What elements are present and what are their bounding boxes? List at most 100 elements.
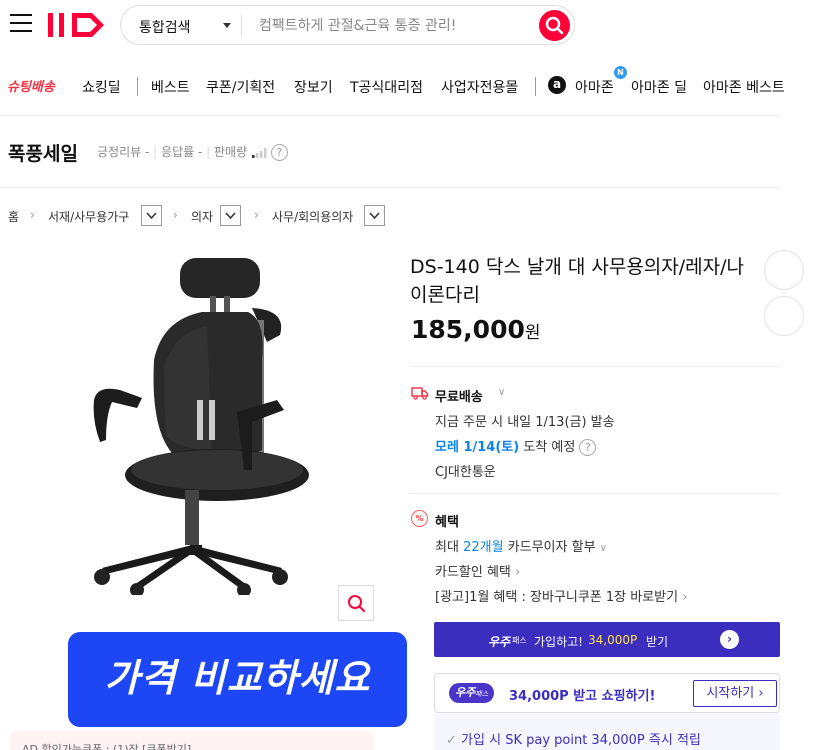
caret-down-icon[interactable] — [223, 23, 231, 28]
shipping-carrier: CJ대한통운 — [435, 465, 496, 480]
help-icon[interactable]: ? — [579, 439, 597, 456]
shipping-dispatch: 지금 주문 시 내일 1/13(금) 발송 — [435, 415, 615, 430]
sales-label: 판매량 — [214, 145, 248, 159]
chevron-right-icon: › — [682, 590, 688, 605]
price-currency: 원 — [524, 323, 541, 343]
breadcrumb-level-2[interactable]: 의자 — [191, 208, 213, 225]
breadcrumb-level-3[interactable]: 사무/회의용의자 — [272, 208, 353, 225]
start-button[interactable]: 시작하기 › — [693, 680, 777, 707]
installment-months: 22개월 — [463, 540, 504, 555]
breadcrumb-home[interactable]: 홈 — [8, 208, 19, 225]
breadcrumb: 홈 › 서재/사무용가구 › 의자 › 사무/회의용의자 — [8, 205, 408, 227]
seller-stats: 긍정리뷰 - | 응답률 - | 판매량 ? — [97, 143, 288, 161]
menu-icon[interactable] — [10, 14, 32, 34]
wooju-banner-text: 가입하고! — [534, 635, 583, 649]
nav-item[interactable]: 쇼킹딜 — [82, 77, 121, 97]
divider — [0, 115, 780, 116]
search-bar: 통합검색 — [120, 5, 575, 45]
chevron-right-icon: › — [30, 208, 35, 222]
nav-item[interactable]: 쿠폰/기획전 — [206, 77, 275, 97]
installment-row[interactable]: 최대 22개월 카드무이자 할부 ∨ — [435, 536, 607, 555]
breadcrumb-dropdown[interactable] — [141, 205, 162, 226]
nav-item[interactable]: 장보기 — [294, 77, 333, 97]
nav-item-amazon[interactable]: 아마존 — [575, 77, 614, 97]
breadcrumb-dropdown[interactable] — [220, 205, 241, 226]
share-button[interactable] — [764, 250, 804, 290]
benefit-title: 혜택 — [435, 515, 459, 530]
help-icon[interactable]: ? — [270, 144, 288, 161]
nav-divider — [535, 77, 536, 96]
chevron-down-icon[interactable]: ∨ — [498, 387, 505, 398]
response-value: - — [197, 145, 203, 159]
search-icon — [545, 16, 564, 35]
nav-item[interactable]: 사업자전용몰 — [441, 77, 518, 97]
nav-item[interactable]: T공식대리점 — [350, 77, 423, 97]
nav-item-amazon-best[interactable]: 아마존 베스트 — [703, 77, 785, 97]
product-price: 185,000원 — [411, 315, 541, 344]
product-image[interactable] — [62, 250, 380, 595]
wooju-box-text: 34,000P 받고 쇼핑하기! — [509, 689, 656, 704]
coupon-strip[interactable]: AD 할인가능쿠폰 : (1)장 [쿠폰받기] — [10, 731, 374, 750]
seller-name[interactable]: 폭풍세일 — [8, 139, 78, 166]
card-discount-label: 카드할인 혜택 — [435, 565, 511, 580]
chevron-down-icon: ∨ — [599, 543, 607, 554]
zoom-button[interactable] — [338, 585, 374, 621]
wooju-pass-box: 우주패스 34,000P 받고 쇼핑하기! 시작하기 › — [434, 673, 780, 713]
breadcrumb-dropdown[interactable] — [364, 205, 385, 226]
arrival-date: 모레 1/14(토) — [435, 440, 520, 455]
zoom-icon — [348, 595, 365, 612]
shipping-title[interactable]: 무료배송 — [435, 386, 483, 405]
nav-divider — [137, 77, 138, 96]
ad-coupon-row[interactable]: [광고]1월 혜택 : 장바구니쿠폰 1장 바로받기 › — [435, 586, 687, 605]
truck-icon — [411, 387, 429, 400]
wooju-pass-label: 패스 — [475, 690, 489, 698]
wooju-banner-suffix: 받기 — [646, 635, 669, 649]
wooju-pill: 우주패스 — [449, 683, 495, 703]
start-button-label: 시작하기 — [706, 686, 755, 701]
like-button[interactable] — [764, 296, 804, 336]
wooju-pass-banner[interactable]: 우주 패스 가입하고! 34,000P 받기 › — [434, 622, 780, 657]
nav-item[interactable]: 베스트 — [151, 77, 190, 97]
check-icon: ✓ — [446, 733, 457, 748]
response-label: 응답률 — [161, 145, 195, 159]
skpay-text: 가입 시 SK pay point 34,000P 즉시 적립 — [461, 733, 701, 748]
page: 통합검색 슈팅배송 쇼킹딜 베스트 쿠폰/기획전 장보기 T공식대리점 사업자전… — [0, 0, 824, 750]
skpay-row[interactable]: ✓ 가입 시 SK pay point 34,000P 즉시 적립 — [434, 713, 780, 750]
breadcrumb-level-1[interactable]: 서재/사무용가구 — [48, 208, 129, 225]
price-compare-banner[interactable]: 가격 비교하세요 — [68, 632, 407, 727]
divider — [241, 15, 242, 36]
divider — [410, 493, 780, 494]
category-nav: 슈팅배송 쇼킹딜 베스트 쿠폰/기획전 장보기 T공식대리점 사업자전용몰 a … — [0, 66, 824, 106]
ad-coupon-label: [광고]1월 혜택 : 장바구니쿠폰 1장 바로받기 — [435, 590, 679, 605]
search-button[interactable] — [539, 10, 570, 41]
search-input[interactable] — [259, 15, 529, 37]
arrow-right-icon: › — [720, 630, 739, 649]
wooju-banner-points: 34,000P — [588, 633, 638, 647]
nav-shooting-delivery[interactable]: 슈팅배송 — [7, 76, 55, 95]
amazon-logo-icon: a — [548, 76, 566, 94]
installment-suffix: 카드무이자 할부 — [507, 540, 596, 555]
wooju-logo: 우주 — [455, 686, 476, 699]
nav-item-amazon-deal[interactable]: 아마존 딜 — [631, 77, 687, 97]
new-badge: N — [614, 66, 627, 79]
chevron-down-icon — [369, 212, 380, 220]
chevron-right-icon: › — [515, 565, 521, 580]
product-title: DS-140 닥스 날개 대 사무용의자/레자/나이론다리 — [410, 256, 745, 306]
sales-bar-icon — [251, 147, 267, 158]
price-value: 185,000 — [411, 315, 525, 344]
percent-icon: % — [411, 510, 428, 527]
chevron-right-icon: › — [173, 208, 178, 222]
installment-prefix: 최대 — [435, 540, 459, 555]
11st-logo[interactable] — [46, 8, 108, 42]
wooju-logo: 우주 — [488, 635, 511, 649]
divider — [0, 187, 780, 188]
card-discount-row[interactable]: 카드할인 혜택 › — [435, 561, 520, 580]
divider — [410, 366, 780, 367]
search-scope-select[interactable]: 통합검색 — [139, 17, 191, 37]
wooju-pass-label: 패스 — [512, 636, 527, 645]
chevron-down-icon — [225, 212, 236, 220]
arrival-suffix: 도착 예정 — [523, 440, 576, 455]
chevron-down-icon — [146, 212, 157, 220]
shipping-arrival: 모레 1/14(토) 도착 예정 ? — [435, 436, 597, 456]
chevron-right-icon: › — [254, 208, 259, 222]
